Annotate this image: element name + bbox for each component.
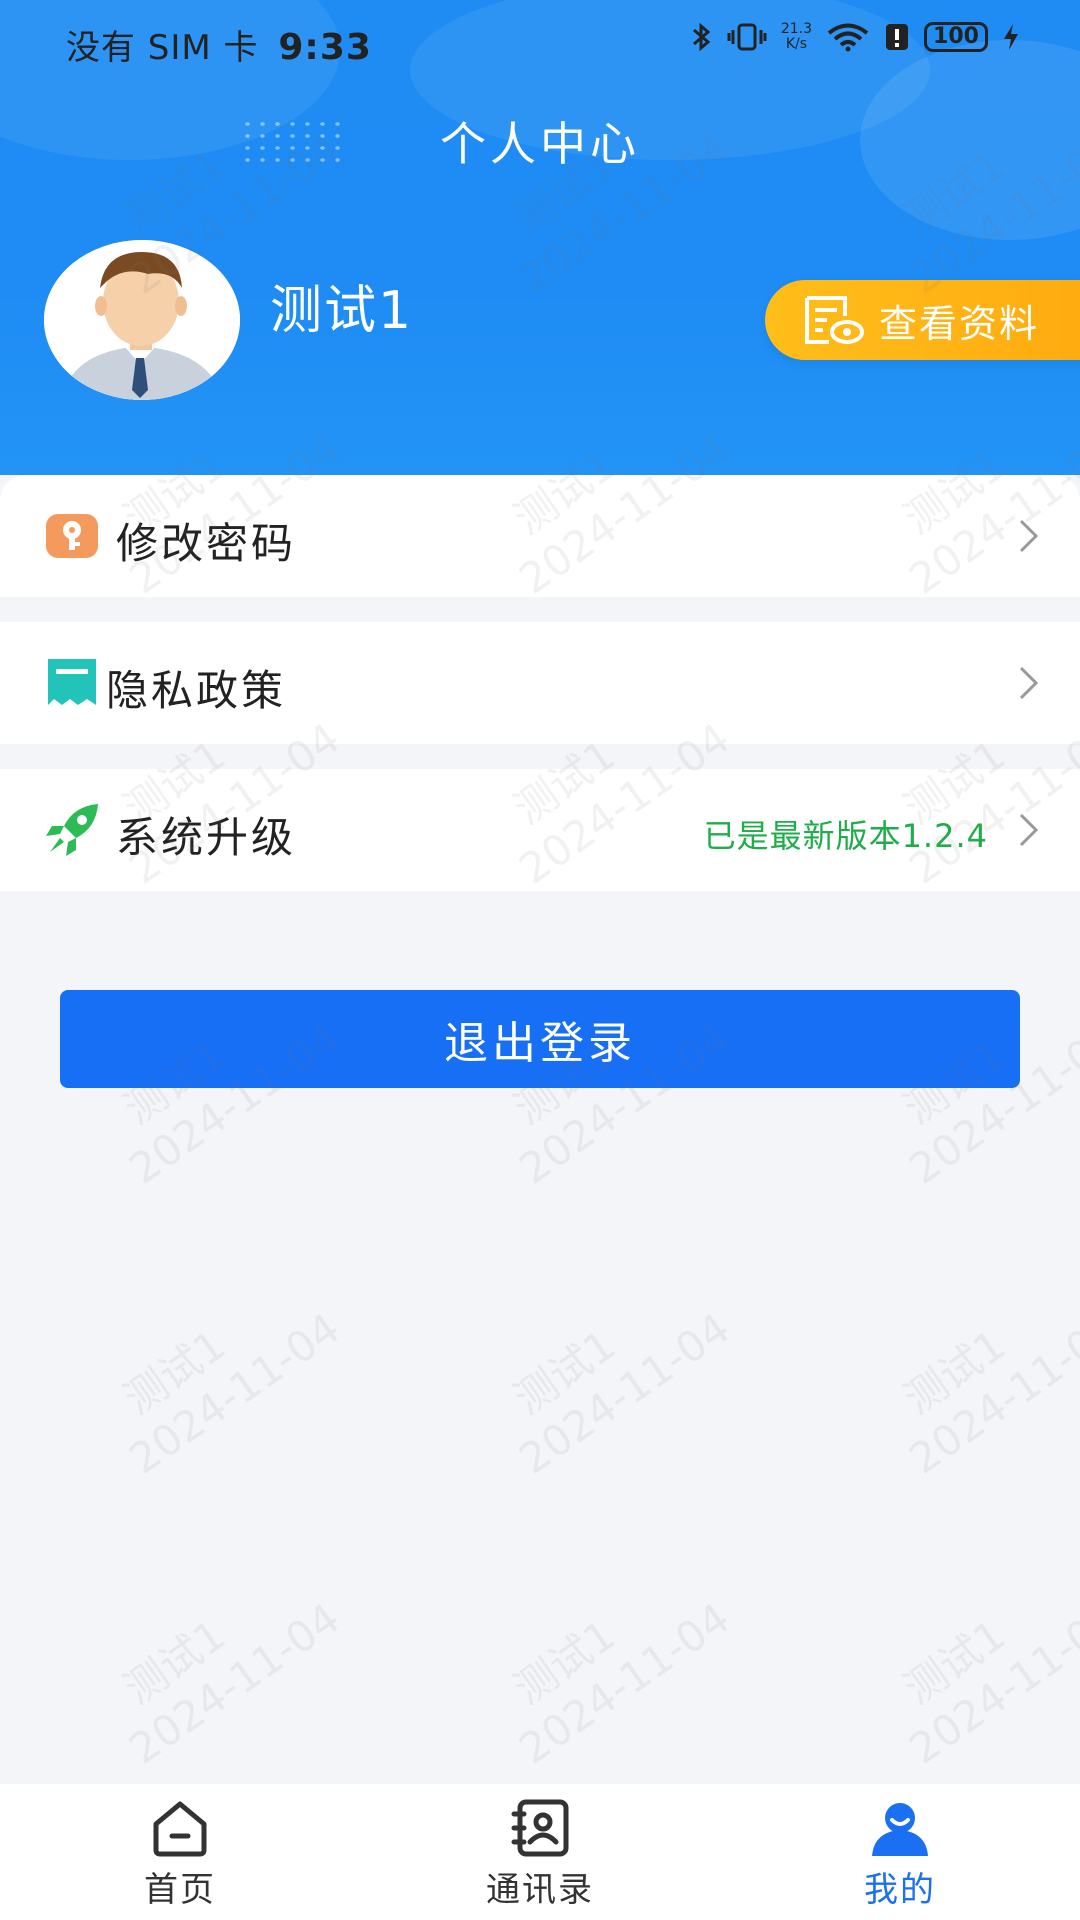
bluetooth-icon <box>692 22 711 52</box>
username: 测试1 <box>270 281 414 341</box>
watermark: 测试12024-11-04 <box>505 1593 739 1774</box>
tab-home[interactable]: 首页 <box>0 1784 360 1920</box>
user-avatar-icon <box>44 240 240 400</box>
chevron-right-icon <box>1019 519 1039 553</box>
status-bar: 没有 SIM 卡 9:33 21.3 K/s 100 <box>0 0 1080 86</box>
menu-item-system-upgrade[interactable]: 系统升级 已是最新版本1.2.4 <box>0 769 1080 891</box>
carrier-text: 没有 SIM 卡 <box>66 28 259 68</box>
tab-label: 我的 <box>864 1870 936 1910</box>
watermark: 测试12024-11-04 <box>895 1303 1080 1484</box>
watermark: 测试12024-11-04 <box>505 1303 739 1484</box>
vibrate-icon <box>727 23 767 51</box>
profile-header: 没有 SIM 卡 9:33 21.3 K/s 100 个人中心 测试1 查看资料 <box>0 0 1080 475</box>
tab-label: 首页 <box>144 1870 216 1910</box>
profile-icon <box>872 1803 928 1856</box>
chevron-right-icon <box>1019 813 1039 847</box>
wifi-icon <box>827 23 869 52</box>
menu-label: 隐私政策 <box>106 666 287 715</box>
tab-contacts[interactable]: 通讯录 <box>360 1784 720 1920</box>
tab-mine[interactable]: 我的 <box>720 1784 1080 1920</box>
key-icon <box>46 514 98 558</box>
rocket-icon <box>46 804 98 856</box>
status-time: 9:33 <box>278 27 372 68</box>
menu-item-change-password[interactable]: 修改密码 <box>0 475 1080 597</box>
bottom-tab-bar: 首页 通讯录 我的 <box>0 1784 1080 1920</box>
menu-item-privacy-policy[interactable]: 隐私政策 <box>0 622 1080 744</box>
charging-icon <box>1004 24 1018 50</box>
watermark: 测试12024-11-04 <box>115 1303 349 1484</box>
watermark: 测试12024-11-04 <box>895 1593 1080 1774</box>
net-speed: 21.3 K/s <box>780 21 812 52</box>
avatar[interactable] <box>44 240 240 400</box>
view-document-icon <box>805 296 864 344</box>
alert-icon <box>886 24 908 50</box>
contacts-icon <box>511 1799 569 1857</box>
watermark: 测试12024-11-04 <box>115 1593 349 1774</box>
battery-indicator: 100 <box>924 22 988 52</box>
tab-label: 通讯录 <box>486 1870 594 1910</box>
view-profile-label: 查看资料 <box>879 301 1040 346</box>
document-icon <box>48 659 96 705</box>
menu-label: 修改密码 <box>116 519 297 568</box>
menu-label: 系统升级 <box>116 813 297 862</box>
logout-button[interactable]: 退出登录 <box>60 990 1020 1088</box>
home-icon <box>153 1801 207 1857</box>
version-status: 已是最新版本1.2.4 <box>703 817 988 855</box>
chevron-right-icon <box>1019 666 1039 700</box>
page-title: 个人中心 <box>440 117 640 171</box>
view-profile-button[interactable]: 查看资料 <box>765 280 1080 360</box>
